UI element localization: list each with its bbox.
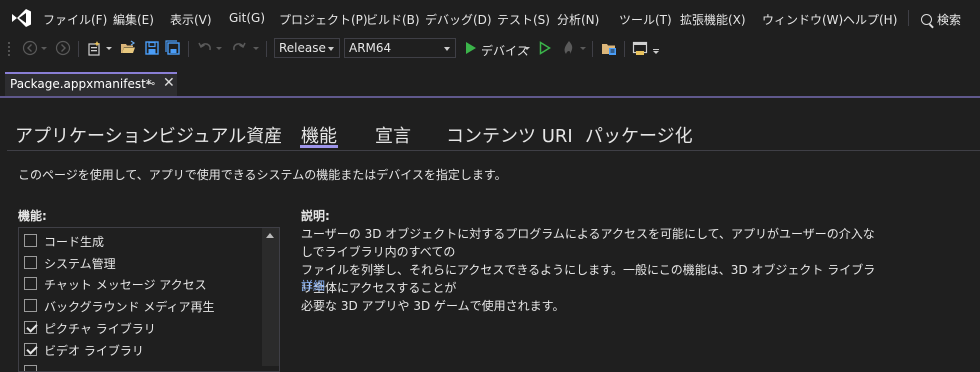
menu-file[interactable]: ファイル(F)	[43, 11, 107, 28]
standard-toolbar: Release ARM64 デバイス	[0, 36, 980, 62]
chevron-down-icon	[444, 47, 450, 51]
redo-icon[interactable]	[231, 40, 247, 56]
page-description: このページを使用して、アプリで使用できるシステムの機能またはデバイスを指定します…	[18, 168, 507, 182]
save-all-icon[interactable]	[165, 40, 181, 56]
more-info-link[interactable]: 詳細	[301, 277, 325, 294]
redo-dropdown-icon[interactable]	[252, 40, 260, 56]
document-tab-accent	[0, 96, 980, 98]
capabilities-list[interactable]: コード生成 システム管理 チャット メッセージ アクセス バックグラウンド メデ…	[18, 227, 280, 372]
checkbox[interactable]	[24, 256, 37, 269]
menu-build[interactable]: ビルド(B)	[366, 11, 420, 28]
toolbar-separator	[624, 41, 625, 57]
menu-separator	[908, 10, 909, 26]
checkbox[interactable]	[24, 277, 37, 290]
menu-window[interactable]: ウィンドウ(W)	[762, 11, 843, 28]
window-layout-icon[interactable]	[632, 40, 648, 56]
menu-view[interactable]: 表示(V)	[170, 11, 212, 28]
menu-help[interactable]: ヘルプ(H)	[843, 11, 897, 28]
checkbox[interactable]	[24, 234, 37, 247]
toolbar-grip-icon[interactable]	[7, 41, 13, 57]
search-button[interactable]: 検索	[921, 11, 961, 28]
menu-tools[interactable]: ツール(T)	[619, 11, 672, 28]
list-item-label: バックグラウンド メディア再生	[44, 300, 215, 314]
description-line: ユーザーの 3D オブジェクトに対するプログラムによるアクセスを可能にして、アプ…	[301, 227, 875, 259]
menu-analyze[interactable]: 分析(N)	[557, 11, 599, 28]
solution-platform-select[interactable]: ARM64	[344, 38, 456, 58]
solution-explorer-icon[interactable]	[601, 40, 617, 56]
visual-studio-logo-icon[interactable]	[9, 6, 33, 30]
list-item-label: システム管理	[44, 257, 116, 271]
new-project-icon[interactable]	[86, 40, 102, 56]
search-label: 検索	[937, 13, 962, 27]
start-debugging-label[interactable]: デバイス	[481, 42, 529, 59]
capabilities-heading: 機能:	[18, 209, 47, 223]
open-folder-icon[interactable]	[120, 40, 136, 56]
manifest-designer-tabs: アプリケーション ビジュアル資産 機能 宣言 コンテンツ URI パッケージ化	[0, 108, 980, 150]
navigate-back-icon[interactable]	[22, 40, 38, 56]
tab-declarations[interactable]: 宣言	[375, 122, 411, 148]
start-without-debugging-icon[interactable]	[537, 40, 553, 56]
toolbar-overflow-icon[interactable]	[652, 40, 660, 56]
tab-content-uris[interactable]: コンテンツ URI	[446, 122, 573, 148]
menu-project[interactable]: プロジェクト(P)	[279, 11, 368, 28]
toolbar-separator	[188, 41, 189, 57]
checkbox[interactable]	[24, 365, 37, 371]
document-tab-strip: Package.appxmanifest* ⊸ ✕	[0, 72, 980, 96]
tabs-divider	[7, 150, 980, 151]
capability-description: ユーザーの 3D オブジェクトに対するプログラムによるアクセスを可能にして、アプ…	[301, 225, 881, 315]
menu-test[interactable]: テスト(S)	[497, 11, 550, 28]
hot-reload-icon[interactable]	[560, 40, 576, 56]
capabilities-scrollbar[interactable]	[262, 228, 279, 366]
menu-git[interactable]: Git(G)	[229, 11, 265, 25]
save-icon[interactable]	[144, 40, 160, 56]
tab-packaging[interactable]: パッケージ化	[585, 122, 693, 148]
checkbox-checked[interactable]	[24, 321, 37, 334]
menu-bar: ファイル(F) 編集(E) 表示(V) Git(G) プロジェクト(P) ビルド…	[0, 0, 980, 36]
checkbox-checked[interactable]	[24, 343, 37, 356]
chevron-down-icon	[328, 47, 334, 51]
checkbox[interactable]	[24, 299, 37, 312]
list-item-label: ビデオ ライブラリ	[44, 344, 144, 358]
start-debugging-icon[interactable]	[463, 40, 479, 56]
toolbar-separator	[592, 41, 593, 57]
menu-debug[interactable]: デバッグ(D)	[425, 11, 492, 28]
list-item-label: コード生成	[44, 235, 105, 249]
undo-dropdown-icon[interactable]	[215, 40, 223, 56]
undo-icon[interactable]	[197, 40, 213, 56]
solution-platform-value: ARM64	[349, 41, 392, 55]
menu-edit[interactable]: 編集(E)	[113, 11, 154, 28]
description-line: 必要な 3D アプリや 3D ゲームで使用されます。	[301, 299, 565, 313]
description-line: ファイルを列挙し、それらにアクセスできるようにします。一般にこの機能は、3D オ…	[301, 263, 876, 295]
search-icon	[921, 14, 932, 25]
menu-extensions[interactable]: 拡張機能(X)	[680, 11, 746, 28]
document-tab[interactable]: Package.appxmanifest* ⊸ ✕	[5, 72, 177, 96]
details-heading: 説明:	[301, 209, 330, 223]
toolbar-separator	[266, 41, 267, 57]
back-dropdown-icon[interactable]	[40, 40, 48, 56]
navigate-forward-icon[interactable]	[55, 40, 71, 56]
close-icon[interactable]: ✕	[163, 75, 175, 91]
scroll-up-icon[interactable]	[266, 233, 274, 238]
solution-configuration-value: Release	[279, 41, 326, 55]
start-debugging-dropdown-icon[interactable]	[523, 40, 531, 56]
tab-visual-assets[interactable]: ビジュアル資産	[158, 122, 282, 148]
new-dropdown-icon[interactable]	[105, 40, 113, 56]
solution-configuration-select[interactable]: Release	[274, 38, 340, 58]
list-item-label: チャット メッセージ アクセス	[44, 278, 207, 292]
pin-icon[interactable]: ⊸	[146, 77, 155, 90]
toolbar-separator	[78, 41, 79, 57]
document-tab-title: Package.appxmanifest*	[10, 77, 152, 91]
tab-application[interactable]: アプリケーション	[15, 122, 159, 148]
list-item-label: ピクチャ ライブラリ	[44, 322, 156, 336]
active-tab-indicator	[300, 145, 338, 148]
hot-reload-dropdown-icon[interactable]	[579, 40, 587, 56]
